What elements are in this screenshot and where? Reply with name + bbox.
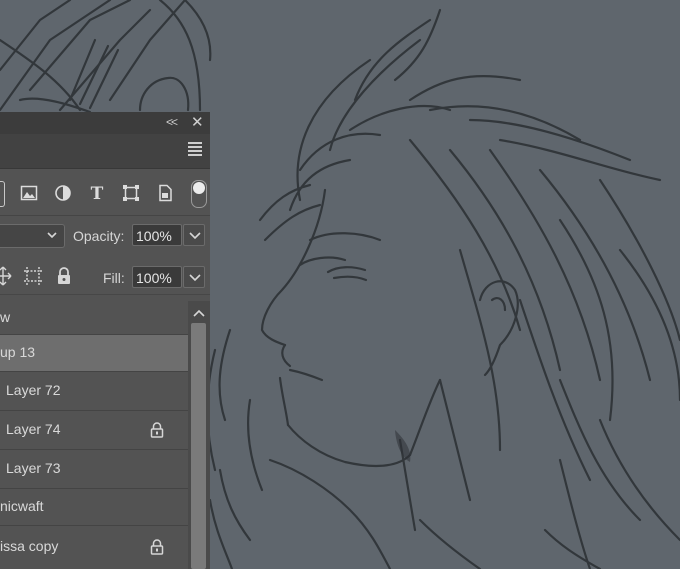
fill-input[interactable]: 100% bbox=[132, 266, 182, 288]
toggle-knob bbox=[193, 182, 205, 194]
layer-row-selected[interactable]: up 13 bbox=[0, 335, 188, 372]
fill-dropdown-button[interactable] bbox=[183, 266, 205, 288]
layer-row[interactable]: Layer 72 bbox=[0, 372, 188, 411]
artboard-icon[interactable] bbox=[23, 266, 43, 286]
panel-tab-row bbox=[0, 134, 210, 169]
blend-mode-select[interactable] bbox=[0, 224, 65, 248]
layer-name: issa copy bbox=[0, 538, 59, 554]
layer-name: Layer 74 bbox=[6, 421, 61, 437]
type-glyph: T bbox=[91, 184, 104, 202]
layer-name: Layer 72 bbox=[6, 382, 61, 398]
hamburger-menu-icon[interactable] bbox=[188, 142, 202, 158]
chevron-down-icon bbox=[189, 232, 201, 240]
layer-name: w bbox=[0, 309, 11, 325]
type-filter-icon[interactable]: T bbox=[88, 184, 106, 202]
panel-title-bar: << ✕ bbox=[0, 112, 210, 134]
collapse-panel-button[interactable]: << bbox=[166, 115, 178, 129]
layer-name: nicwaft bbox=[0, 498, 44, 514]
opacity-dropdown-button[interactable] bbox=[183, 224, 205, 246]
filter-kind-dropdown[interactable] bbox=[0, 181, 5, 207]
shape-transform-icon[interactable] bbox=[122, 184, 140, 202]
layer-row[interactable]: Layer 73 bbox=[0, 450, 188, 489]
layers-scrollbar[interactable] bbox=[188, 301, 210, 569]
layer-row[interactable]: w bbox=[0, 301, 188, 335]
chevron-down-icon bbox=[189, 274, 201, 282]
layer-row[interactable]: Layer 74 bbox=[0, 411, 188, 450]
fill-label: Fill: bbox=[103, 270, 125, 286]
lock-icon[interactable] bbox=[150, 539, 164, 555]
layer-row[interactable]: issa copy bbox=[0, 526, 188, 569]
opacity-input[interactable]: 100% bbox=[132, 224, 182, 246]
chevron-up-icon[interactable] bbox=[193, 309, 205, 317]
close-panel-button[interactable]: ✕ bbox=[191, 113, 204, 131]
lock-fill-row: Fill: 100% bbox=[0, 258, 210, 295]
half-circle-icon[interactable] bbox=[54, 184, 72, 202]
filter-toggle-switch[interactable] bbox=[191, 180, 207, 208]
layer-row[interactable]: nicwaft bbox=[0, 489, 188, 526]
opacity-label: Opacity: bbox=[73, 228, 125, 244]
layer-filter-bar: T bbox=[0, 169, 210, 216]
lock-icon[interactable] bbox=[150, 422, 164, 438]
move-icon[interactable] bbox=[0, 266, 12, 286]
lock-icon[interactable] bbox=[56, 266, 72, 286]
blend-opacity-row: Opacity: 100% bbox=[0, 216, 210, 252]
chevron-down-icon bbox=[47, 232, 57, 239]
layer-name: up 13 bbox=[0, 344, 36, 360]
smart-object-icon[interactable] bbox=[156, 184, 174, 202]
layers-list: w up 13 Layer 72 Layer 74 Layer 73 nicwa… bbox=[0, 301, 188, 569]
image-icon[interactable] bbox=[20, 184, 38, 202]
layers-panel: << ✕ T Opacity: 100% Fill: 100% w up 13 … bbox=[0, 112, 210, 569]
scrollbar-thumb[interactable] bbox=[191, 323, 206, 569]
layer-name: Layer 73 bbox=[6, 460, 61, 476]
